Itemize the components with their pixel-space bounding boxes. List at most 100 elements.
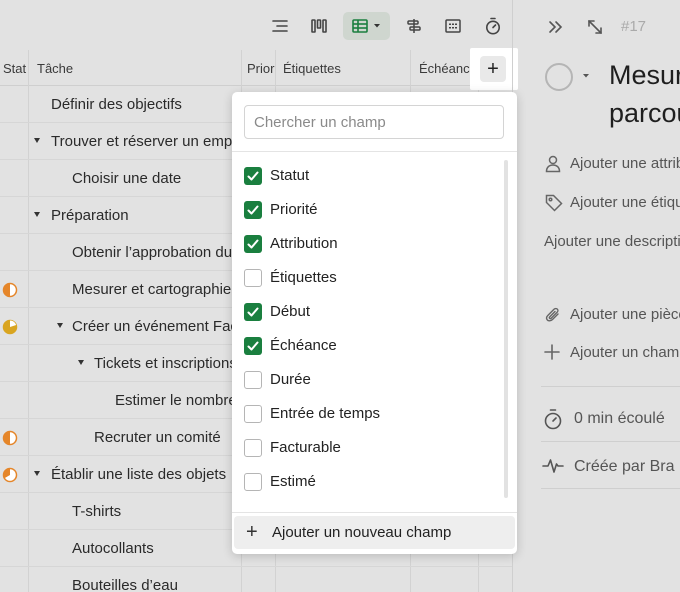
list-view-button[interactable]: [268, 12, 292, 40]
field-picker-menu: Statut Priorité Attribution Étiquettes D…: [232, 92, 517, 554]
activity-icon: [542, 459, 564, 473]
field-option-label: Estimé: [270, 473, 316, 490]
field-option-label: Priorité: [270, 201, 318, 218]
view-toolbar: [0, 0, 512, 50]
field-option-estimate[interactable]: Estimé: [232, 465, 502, 499]
field-option-label: Début: [270, 303, 311, 320]
list-icon: [272, 20, 288, 32]
gantt-view-button[interactable]: [402, 12, 426, 40]
field-option-tags[interactable]: Étiquettes: [232, 261, 502, 295]
scrollbar[interactable]: [504, 160, 508, 498]
task-name[interactable]: Autocollants: [72, 530, 154, 567]
plus-icon: +: [246, 521, 258, 543]
checkbox-checked-icon[interactable]: [244, 303, 262, 321]
board-view-button[interactable]: [307, 12, 331, 40]
divider: [541, 386, 680, 387]
table-view-button[interactable]: [343, 12, 390, 40]
add-new-field-button[interactable]: + Ajouter un nouveau champ: [234, 516, 515, 549]
gantt-icon: [407, 19, 421, 33]
add-attachment-field[interactable]: Ajouter une pièce jointe: [570, 306, 680, 323]
task-name[interactable]: Recruter un comité: [94, 419, 221, 456]
field-option-assignee[interactable]: Attribution: [232, 227, 502, 261]
task-name[interactable]: Choisir une date: [72, 160, 181, 197]
field-option-time-entry[interactable]: Entrée de temps: [232, 397, 502, 431]
plus-icon: +: [480, 56, 506, 82]
divider: [232, 512, 517, 513]
task-name[interactable]: Préparation: [51, 197, 129, 234]
caret-down-icon[interactable]: [57, 323, 63, 328]
status-in-progress-icon[interactable]: [2, 430, 18, 446]
task-name[interactable]: Estimer le nombre: [115, 382, 237, 419]
expand-icon[interactable]: [587, 19, 603, 35]
column-header-status[interactable]: Stat: [0, 50, 28, 86]
checkbox-unchecked-icon[interactable]: [244, 371, 262, 389]
chevron-down-icon[interactable]: [581, 72, 591, 80]
checkbox-unchecked-icon[interactable]: [244, 473, 262, 491]
status-review-icon[interactable]: [2, 319, 18, 335]
plus-icon: [544, 344, 560, 360]
status-circle-icon[interactable]: [544, 62, 574, 92]
task-title-line2[interactable]: parcou: [609, 98, 680, 129]
caret-down-icon[interactable]: [34, 138, 40, 143]
checkbox-unchecked-icon[interactable]: [244, 405, 262, 423]
checkbox-checked-icon[interactable]: [244, 167, 262, 185]
column-header-tags[interactable]: Étiquettes: [275, 50, 410, 86]
checkbox-unchecked-icon[interactable]: [244, 269, 262, 287]
calendar-icon: [445, 19, 461, 33]
double-chevron-right-icon[interactable]: [547, 20, 563, 34]
field-search-input[interactable]: [244, 105, 504, 139]
add-tag-field[interactable]: Ajouter une étiquette: [570, 194, 680, 211]
chevron-down-icon: [373, 24, 380, 28]
table-header: Stat Tâche Prior Étiquettes Échéance: [0, 50, 512, 86]
task-name[interactable]: Tickets et inscriptions: [94, 345, 237, 382]
field-option-priority[interactable]: Priorité: [232, 193, 502, 227]
timer-view-button[interactable]: [481, 12, 505, 40]
field-option-due-date[interactable]: Échéance: [232, 329, 502, 363]
table-icon: [351, 19, 368, 33]
status-in-progress-icon[interactable]: [2, 282, 18, 298]
task-name[interactable]: Établir une liste des objets: [51, 456, 226, 493]
task-title[interactable]: Mesurer: [609, 60, 680, 91]
field-option-duration[interactable]: Durée: [232, 363, 502, 397]
column-header-due-date[interactable]: Échéance: [410, 50, 478, 86]
description-field[interactable]: Ajouter une description: [544, 233, 680, 250]
task-id: #17: [621, 18, 647, 35]
add-column-button[interactable]: +: [470, 48, 518, 90]
calendar-view-button[interactable]: [441, 12, 465, 40]
created-by: Créée par Bra: [574, 458, 675, 475]
task-name[interactable]: T-shirts: [72, 493, 121, 530]
caret-down-icon[interactable]: [34, 212, 40, 217]
divider: [232, 151, 517, 152]
add-assignee-field[interactable]: Ajouter une attribution: [570, 155, 680, 172]
user-icon: [545, 155, 561, 173]
status-started-icon[interactable]: [2, 467, 18, 483]
field-option-billable[interactable]: Facturable: [232, 431, 502, 465]
task-name[interactable]: Obtenir l’approbation du: [72, 234, 232, 271]
checkbox-unchecked-icon[interactable]: [244, 439, 262, 457]
time-tracked[interactable]: 0 min écoulé: [574, 410, 665, 428]
field-option-label: Statut: [270, 167, 310, 184]
add-custom-field[interactable]: Ajouter un champ: [570, 344, 680, 361]
timer-icon: [486, 17, 500, 35]
divider: [541, 488, 680, 489]
task-name[interactable]: Mesurer et cartographier: [72, 271, 236, 308]
task-detail-panel: #17 Mesurer parcou Ajouter une attributi…: [512, 0, 680, 592]
caret-down-icon[interactable]: [34, 471, 40, 476]
column-header-task[interactable]: Tâche: [28, 50, 241, 86]
task-name[interactable]: Bouteilles d’eau: [72, 567, 178, 592]
field-option-label: Étiquettes: [270, 269, 337, 286]
field-option-label: Durée: [270, 371, 311, 388]
field-option-label: Attribution: [270, 235, 338, 252]
task-name[interactable]: Définir des objectifs: [51, 86, 182, 123]
board-icon: [311, 19, 327, 33]
column-header-priority[interactable]: Prior: [241, 50, 275, 86]
checkbox-checked-icon[interactable]: [244, 337, 262, 355]
caret-down-icon[interactable]: [78, 360, 84, 365]
field-option-status[interactable]: Statut: [232, 159, 502, 193]
field-option-start-date[interactable]: Début: [232, 295, 502, 329]
table-row[interactable]: Bouteilles d’eau: [0, 567, 512, 592]
checkbox-checked-icon[interactable]: [244, 235, 262, 253]
field-option-label: Échéance: [270, 337, 337, 354]
field-option-label: Entrée de temps: [270, 405, 381, 422]
checkbox-checked-icon[interactable]: [244, 201, 262, 219]
